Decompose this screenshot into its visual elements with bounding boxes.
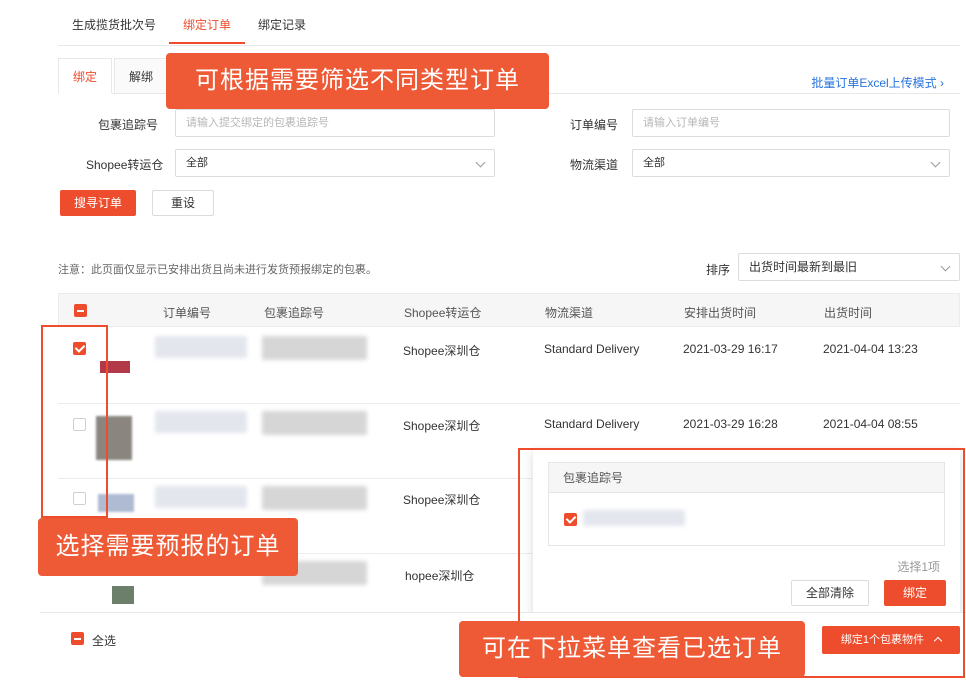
subtab-bind[interactable]: 绑定 xyxy=(58,58,113,94)
warehouse-cell: Shopee深圳仓 xyxy=(403,419,481,433)
tracking-redacted xyxy=(262,486,367,510)
tracking-redacted xyxy=(262,336,367,360)
tab-generate-batch[interactable]: 生成揽货批次号 xyxy=(72,16,156,33)
warehouse-cell: hopee深圳仓 xyxy=(405,569,475,583)
active-tab-indicator xyxy=(169,42,245,44)
excel-upload-link[interactable]: 批量订单Excel上传模式 › xyxy=(811,74,944,91)
bottom-select-all-checkbox[interactable] xyxy=(71,632,84,645)
channel-label: 物流渠道 xyxy=(570,158,619,172)
order-id-redacted xyxy=(155,411,247,433)
order-id-redacted xyxy=(155,486,247,508)
arranged-time-cell: 2021-03-29 16:17 xyxy=(683,342,778,356)
col-warehouse: Shopee转运仓 xyxy=(404,306,482,320)
channel-select[interactable]: 全部 xyxy=(632,149,950,177)
tab-bind-order[interactable]: 绑定订单 xyxy=(183,16,231,33)
col-arranged-time: 安排出货时间 xyxy=(684,306,757,320)
divider xyxy=(58,45,960,46)
notice-text: 注意：此页面仅显示已安排出货且尚未进行发货预报绑定的包裹。 xyxy=(58,264,377,276)
chevron-down-icon xyxy=(930,157,941,168)
order-input[interactable]: 请输入订单编号 xyxy=(632,109,950,137)
sort-label: 排序 xyxy=(706,263,731,277)
channel-cell: Standard Delivery xyxy=(544,417,640,431)
subtab-unbind[interactable]: 解绑 xyxy=(114,58,169,94)
warehouse-label: Shopee转运仓 xyxy=(86,158,164,172)
shipped-time-cell: 2021-04-04 08:55 xyxy=(823,417,918,431)
annotation-box-checkboxes xyxy=(41,325,108,518)
col-tracking: 包裹追踪号 xyxy=(264,306,325,320)
warehouse-value: 全部 xyxy=(186,157,208,169)
callout-select: 选择需要预报的订单 xyxy=(38,518,298,576)
channel-cell: Standard Delivery xyxy=(544,342,640,356)
chevron-down-icon xyxy=(475,157,486,168)
warehouse-cell: Shopee深圳仓 xyxy=(403,344,481,358)
col-order-id: 订单编号 xyxy=(163,306,212,320)
row-divider xyxy=(58,403,960,404)
shipped-time-cell: 2021-04-04 13:23 xyxy=(823,342,918,356)
arranged-time-cell: 2021-03-29 16:28 xyxy=(683,417,778,431)
col-channel: 物流渠道 xyxy=(545,306,594,320)
table-header: 订单编号 包裹追踪号 Shopee转运仓 物流渠道 安排出货时间 出货时间 xyxy=(58,293,960,327)
tab-bind-record[interactable]: 绑定记录 xyxy=(258,16,306,33)
sort-select[interactable]: 出货时间最新到最旧 xyxy=(738,253,960,281)
sort-value: 出货时间最新到最旧 xyxy=(749,260,858,274)
order-label: 订单编号 xyxy=(570,118,619,132)
callout-filter: 可根据需要筛选不同类型订单 xyxy=(166,53,549,109)
select-all-checkbox[interactable] xyxy=(74,304,87,317)
select-all-label[interactable]: 全选 xyxy=(92,632,116,649)
chevron-down-icon xyxy=(940,261,951,272)
search-button[interactable]: 搜寻订单 xyxy=(60,190,136,216)
reset-button[interactable]: 重设 xyxy=(152,190,214,216)
callout-dropdown: 可在下拉菜单查看已选订单 xyxy=(459,621,805,677)
col-shipped-time: 出货时间 xyxy=(824,306,873,320)
order-id-redacted xyxy=(155,336,247,358)
channel-value: 全部 xyxy=(643,157,665,169)
tracking-label: 包裹追踪号 xyxy=(98,118,159,132)
warehouse-cell: Shopee深圳仓 xyxy=(403,493,481,507)
warehouse-select[interactable]: 全部 xyxy=(175,149,495,177)
tracking-input[interactable]: 请输入提交绑定的包裹追踪号 xyxy=(175,109,495,137)
tracking-redacted xyxy=(262,411,367,435)
